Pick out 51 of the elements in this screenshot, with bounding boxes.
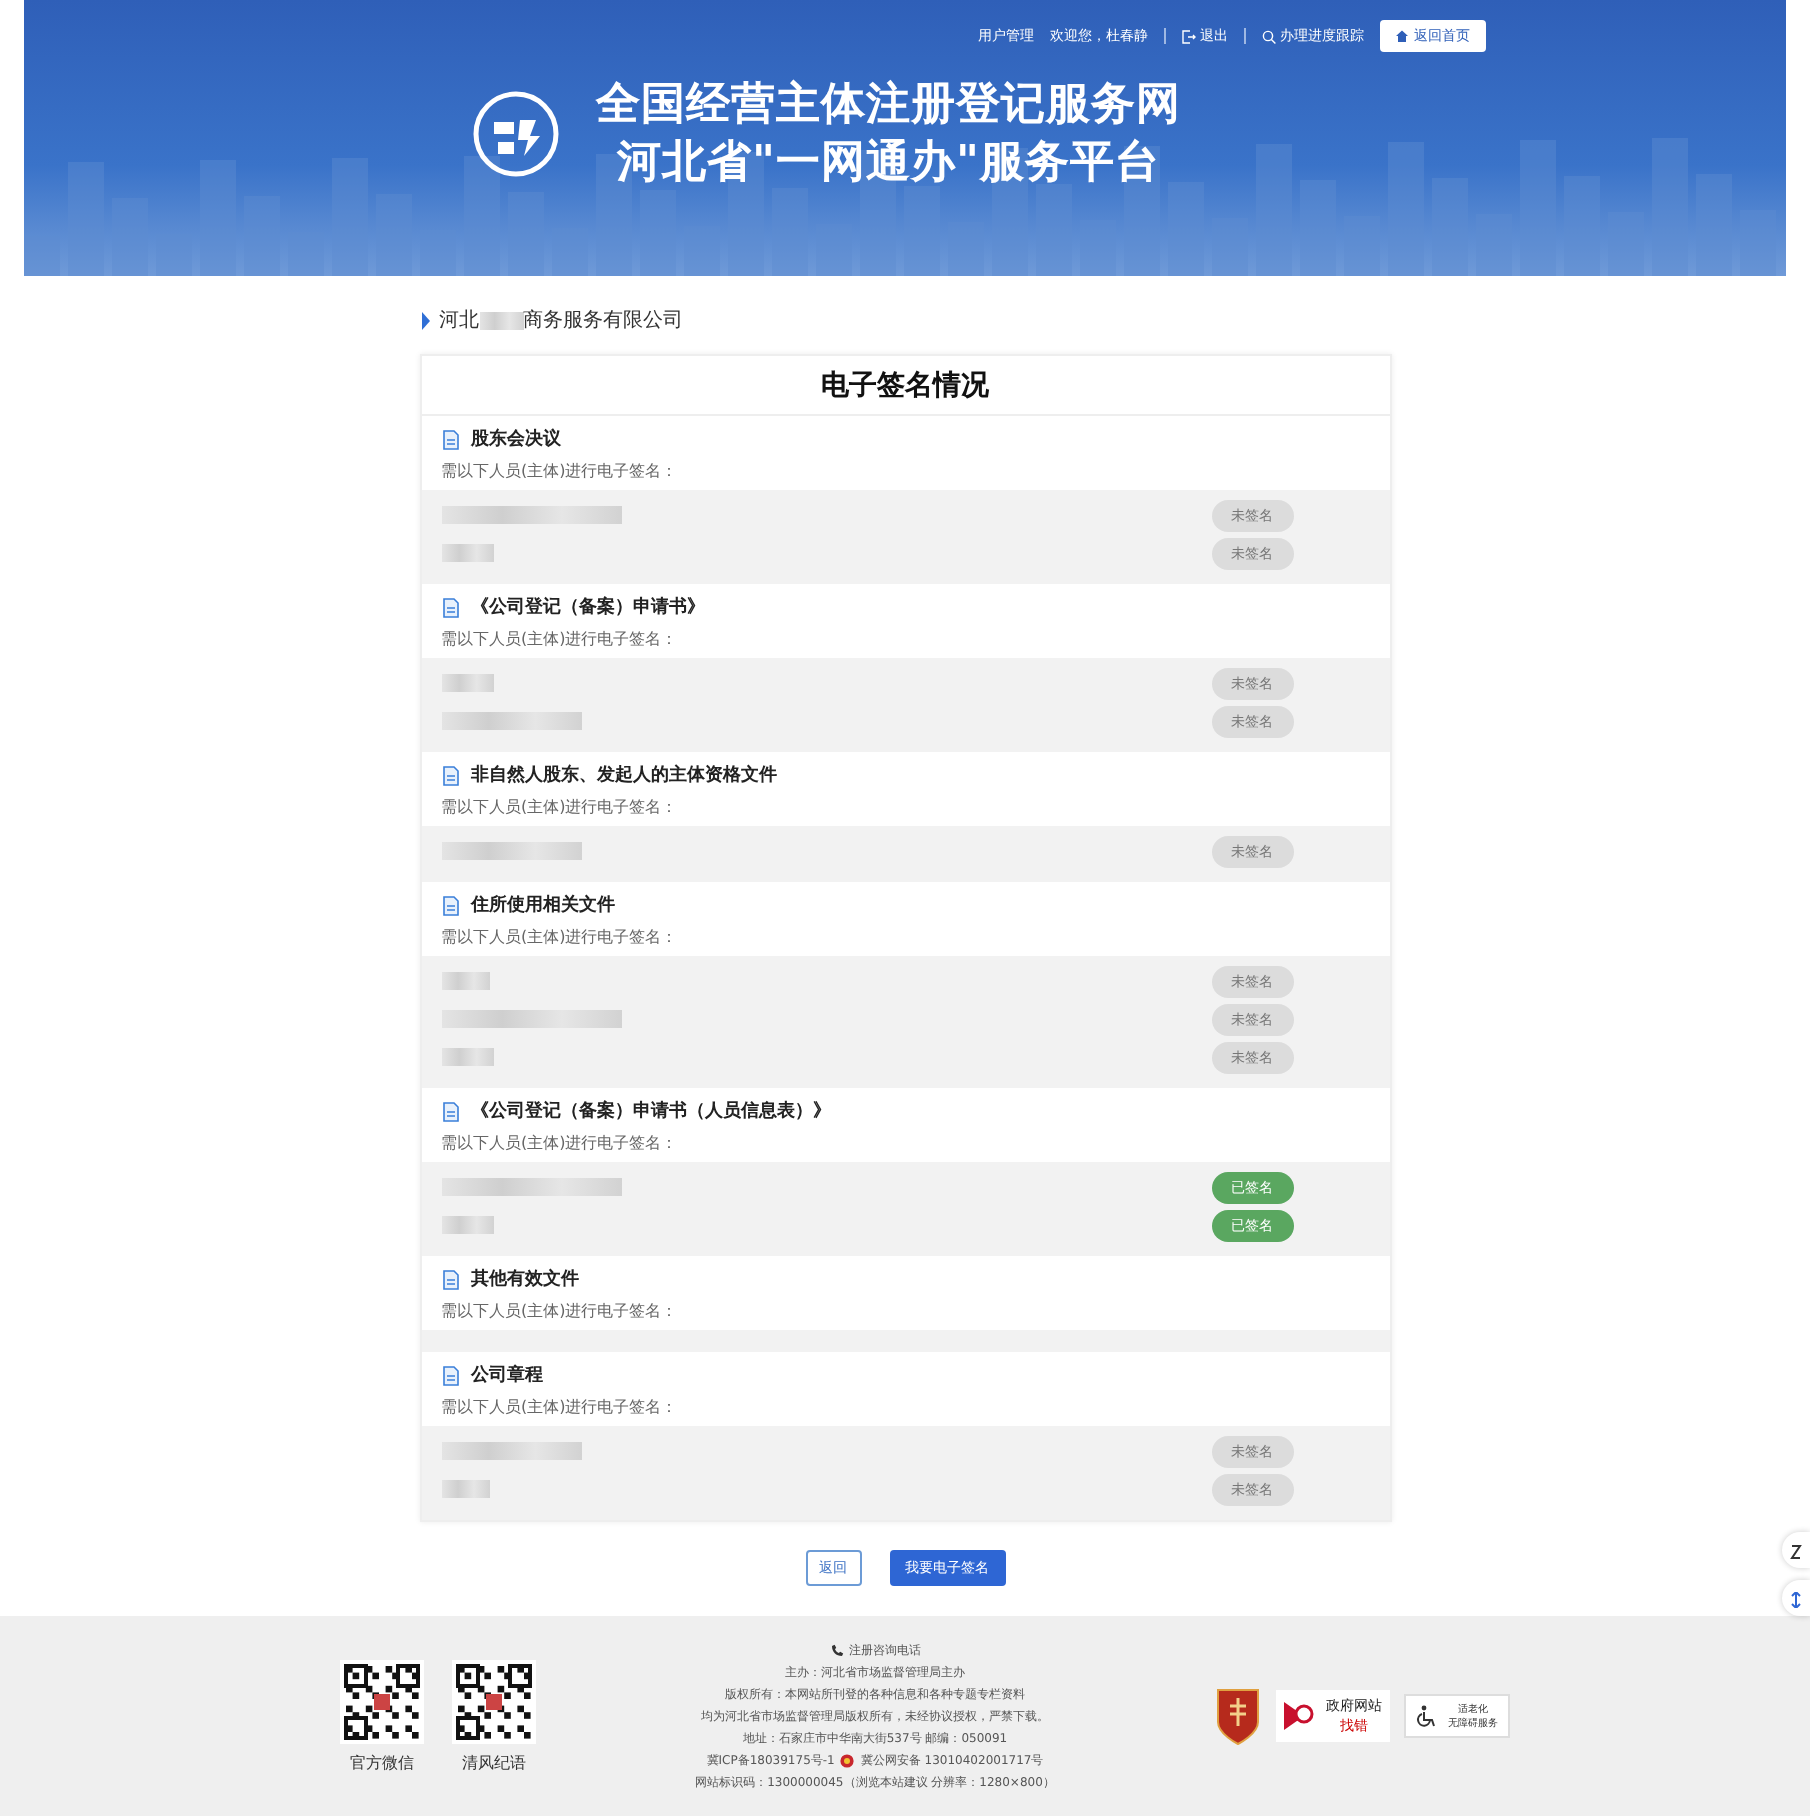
document-title: 股东会决议	[471, 426, 561, 452]
document-icon	[441, 1269, 459, 1289]
blurred-name	[441, 972, 489, 990]
instruction-text: 需以下人员(主体)进行电子签名：	[441, 796, 680, 818]
blurred-text	[479, 311, 523, 329]
document-title: 其他有效文件	[471, 1266, 579, 1292]
blurred-name	[441, 842, 581, 860]
side-button[interactable]	[1782, 1532, 1810, 1568]
arrows-icon	[1790, 1591, 1802, 1607]
search-icon	[1262, 29, 1276, 43]
home-icon	[1396, 30, 1408, 42]
logo-icon	[472, 90, 560, 178]
instruction-text: 需以下人员(主体)进行电子签名：	[441, 1132, 680, 1154]
document-icon	[441, 895, 459, 915]
instruction-text: 需以下人员(主体)进行电子签名：	[441, 628, 680, 650]
blurred-name	[441, 1216, 493, 1234]
blurred-name	[441, 1048, 493, 1066]
qr-code	[340, 1659, 424, 1743]
police-emblem-icon	[840, 1753, 855, 1767]
instruction-text: 需以下人员(主体)进行电子签名：	[441, 1300, 680, 1322]
document-title: 非自然人股东、发起人的主体资格文件	[471, 762, 777, 788]
qr-code	[452, 1659, 536, 1743]
document-icon	[441, 597, 459, 617]
qr-code-label: 清风纪语	[462, 1751, 526, 1773]
company-name: 商务服务有限公司	[523, 307, 683, 334]
phone-icon	[829, 1643, 843, 1657]
logout-icon	[1182, 29, 1196, 43]
instruction-text: 需以下人员(主体)进行电子签名：	[441, 460, 680, 482]
site-title: 河北省"一网通办"服务平台	[617, 136, 1160, 192]
document-title: 住所使用相关文件	[471, 892, 615, 918]
document-title: 公司章程	[471, 1362, 543, 1388]
blurred-name	[441, 1480, 489, 1498]
emblem-icon[interactable]	[1214, 1686, 1262, 1746]
instruction-text: 需以下人员(主体)进行电子签名：	[441, 1396, 680, 1418]
blurred-name	[441, 544, 493, 562]
document-icon	[441, 1365, 459, 1385]
document-title: 《公司登记（备案）申请书》	[471, 594, 705, 620]
company-name: 河北	[439, 307, 479, 334]
instruction-text: 需以下人员(主体)进行电子签名：	[441, 926, 680, 948]
marker-icon	[421, 311, 429, 329]
document-title: 《公司登记（备案）申请书（人员信息表）》	[471, 1098, 831, 1124]
blurred-name	[441, 1442, 581, 1460]
wheelchair-icon	[1416, 1704, 1440, 1728]
panel-title: 电子签名情况	[421, 356, 1389, 416]
document-icon	[441, 1101, 459, 1121]
document-icon	[441, 429, 459, 449]
document-icon	[441, 765, 459, 785]
site-title: 全国经营主体注册登记服务网	[596, 77, 1181, 134]
qr-code-label: 官方微信	[350, 1751, 414, 1773]
blurred-name	[441, 674, 493, 692]
blurred-name	[441, 712, 581, 730]
